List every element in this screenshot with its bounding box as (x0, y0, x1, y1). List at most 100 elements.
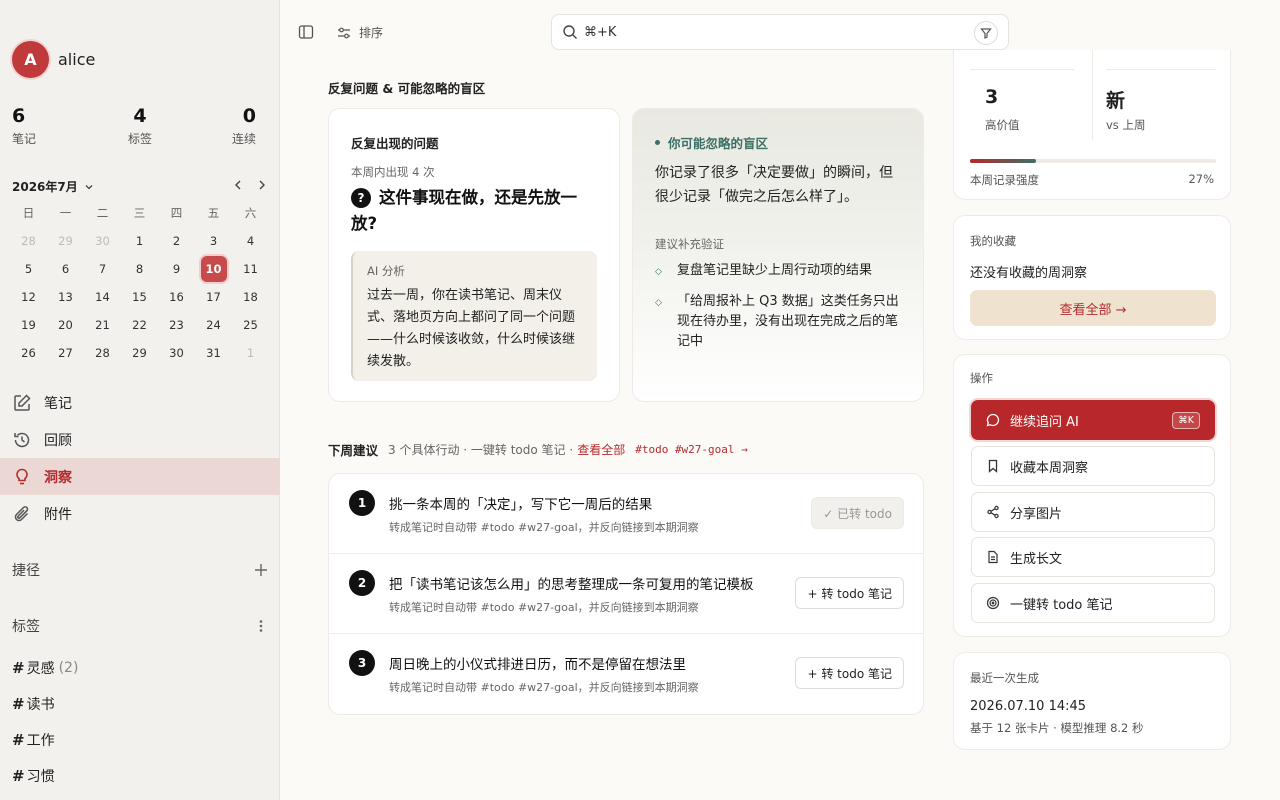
calendar-day[interactable]: 18 (232, 290, 269, 304)
tag-name: 读书 (26, 697, 55, 713)
calendar-day[interactable]: 17 (195, 290, 232, 304)
user-profile[interactable]: A alice (12, 41, 95, 78)
tag-link[interactable]: #todo #w27-goal → (635, 443, 748, 456)
calendar-day[interactable]: 6 (47, 262, 84, 276)
hash-icon: # (12, 659, 25, 677)
shortcuts-section: 捷径 (12, 560, 268, 580)
more-vertical-icon[interactable] (254, 619, 268, 633)
calendar-day[interactable]: 20 (47, 318, 84, 332)
sidebar-item-review[interactable]: 回顾 (0, 421, 280, 458)
sidebar-item-label: 附件 (44, 506, 72, 523)
sidebar-item-notes[interactable]: 笔记 (0, 384, 280, 421)
calendar-weekday: 三 (133, 206, 146, 220)
step-number: 3 (349, 650, 375, 676)
calendar-day[interactable]: 4 (232, 234, 269, 248)
action-label: 一键转 todo 笔记 (1010, 597, 1113, 613)
calendar-grid: 日一二三四五六 28 29 30 1 2 3 4 5 6 7 8 9 10 11 12 13 14 15 16 17 18… (10, 199, 269, 367)
calendar-day[interactable]: 25 (232, 318, 269, 332)
favorites-card: 我的收藏 还没有收藏的周洞察 查看全部 → (953, 215, 1231, 340)
next-week-desc: 3 个具体行动 · 一键转 todo 笔记 · (388, 443, 574, 457)
todo-subtitle: 转成笔记时自动带 #todo #w27-goal，并反向链接到本期洞察 (389, 521, 699, 534)
tag-item[interactable]: # 读书 (12, 686, 78, 722)
calendar-weekday: 一 (59, 206, 72, 220)
calendar-day[interactable]: 19 (10, 318, 47, 332)
calendar-day[interactable]: 28 (84, 346, 121, 360)
calendar-day[interactable]: 11 (232, 262, 269, 276)
stat-tags: 4 标签 (128, 105, 152, 147)
converted-todo-button[interactable]: ✓ 已转 todo (811, 497, 904, 529)
action-label: 继续追问 AI (1010, 414, 1079, 430)
calendar-header: 2026年7月 (12, 178, 268, 196)
ask-ai-button[interactable]: 继续追问 AI ⌘K (971, 400, 1215, 440)
calendar-weekday: 四 (170, 206, 183, 220)
plus-icon[interactable] (254, 563, 268, 577)
calendar-day[interactable]: 23 (158, 318, 195, 332)
high-value-label: 高价值 (985, 118, 1020, 132)
convert-todo-button[interactable]: + 转 todo 笔记 (795, 657, 904, 689)
recurring-meta: 本周内出现 4 次 (351, 165, 435, 179)
view-all-favorites-button[interactable]: 查看全部 → (970, 290, 1216, 326)
sidebar: A alice 6 笔记 4 标签 0 连续 2026年7月 日 一 二 三 四 五 六 28… (0, 0, 280, 800)
share-image-button[interactable]: 分享图片 (971, 492, 1215, 532)
search-input[interactable]: ⌘+K (551, 14, 1009, 50)
calendar-day[interactable]: 5 (10, 262, 47, 276)
calendar-day[interactable]: 14 (84, 290, 121, 304)
sidebar-item-insight[interactable]: 洞察 (0, 458, 280, 495)
calendar-day[interactable]: 15 (121, 290, 158, 304)
calendar-day[interactable]: 30 (84, 234, 121, 248)
calendar-day[interactable]: 13 (47, 290, 84, 304)
chevron-left-icon[interactable] (232, 178, 244, 192)
sort-button[interactable]: 排序 (337, 24, 383, 41)
calendar-day[interactable]: 8 (121, 262, 158, 276)
filter-button[interactable] (974, 21, 998, 45)
calendar-day[interactable]: 29 (121, 346, 158, 360)
calendar-week-row: 19 20 21 22 23 24 25 (10, 311, 269, 339)
metrics-card: 3 高价值 新 vs 上周 本周记录强度 27% (953, 50, 1231, 200)
sidebar-item-attachments[interactable]: 附件 (0, 495, 280, 532)
calendar-day[interactable]: 21 (84, 318, 121, 332)
calendar-month-select[interactable]: 2026年7月 (12, 178, 268, 195)
hash-icon: # (12, 767, 25, 785)
action-label: 收藏本周洞察 (1010, 460, 1089, 476)
calendar-day[interactable]: 16 (158, 290, 195, 304)
calendar-day[interactable]: 9 (158, 262, 195, 276)
calendar-day[interactable]: 26 (10, 346, 47, 360)
calendar-day[interactable]: 7 (84, 262, 121, 276)
chevron-right-icon[interactable] (256, 178, 268, 192)
calendar-day-selected[interactable]: 10 (195, 256, 232, 282)
calendar-day[interactable]: 27 (47, 346, 84, 360)
share-icon (987, 505, 999, 519)
calendar-day[interactable]: 3 (195, 234, 232, 248)
favorites-empty: 还没有收藏的周洞察 (970, 266, 1088, 281)
document-icon (988, 550, 998, 564)
calendar-day[interactable]: 2 (158, 234, 195, 248)
avatar[interactable]: A (12, 41, 49, 78)
sidebar-toggle-icon[interactable] (298, 24, 314, 40)
sidebar-item-label: 洞察 (44, 469, 72, 486)
calendar-day[interactable]: 29 (47, 234, 84, 248)
generate-article-button[interactable]: 生成长文 (971, 537, 1215, 577)
last-generated-card: 最近一次生成 2026.07.10 14:45 基于 12 张卡片 · 模型推理… (953, 652, 1231, 750)
bookmark-insight-button[interactable]: 收藏本周洞察 (971, 446, 1215, 486)
calendar-day[interactable]: 12 (10, 290, 47, 304)
tag-item[interactable]: # 灵感 (2) (12, 650, 78, 686)
convert-todo-note-button[interactable]: 一键转 todo 笔记 (971, 583, 1215, 623)
ai-label: AI 分析 (367, 264, 405, 278)
convert-todo-button[interactable]: + 转 todo 笔记 (795, 577, 904, 609)
calendar-day[interactable]: 24 (195, 318, 232, 332)
tag-item[interactable]: # 工作 (12, 722, 78, 758)
stat-label: 连续 (232, 132, 257, 146)
calendar-day[interactable]: 1 (232, 346, 269, 360)
intensity-bar (970, 159, 1216, 163)
todo-subtitle: 转成笔记时自动带 #todo #w27-goal，并反向链接到本期洞察 (389, 681, 699, 694)
calendar-day[interactable]: 22 (121, 318, 158, 332)
calendar-day[interactable]: 1 (121, 234, 158, 248)
calendar-day[interactable]: 30 (158, 346, 195, 360)
calendar-day[interactable]: 31 (195, 346, 232, 360)
view-all-link[interactable]: 查看全部 (577, 441, 625, 458)
calendar-day[interactable]: 28 (10, 234, 47, 248)
todo-title: 把「读书笔记该怎么用」的思考整理成一条可复用的笔记模板 (389, 577, 754, 593)
tags-section: 标签 (12, 616, 268, 636)
stat-label: 标签 (128, 132, 153, 146)
tag-item[interactable]: # 习惯 (12, 758, 78, 794)
